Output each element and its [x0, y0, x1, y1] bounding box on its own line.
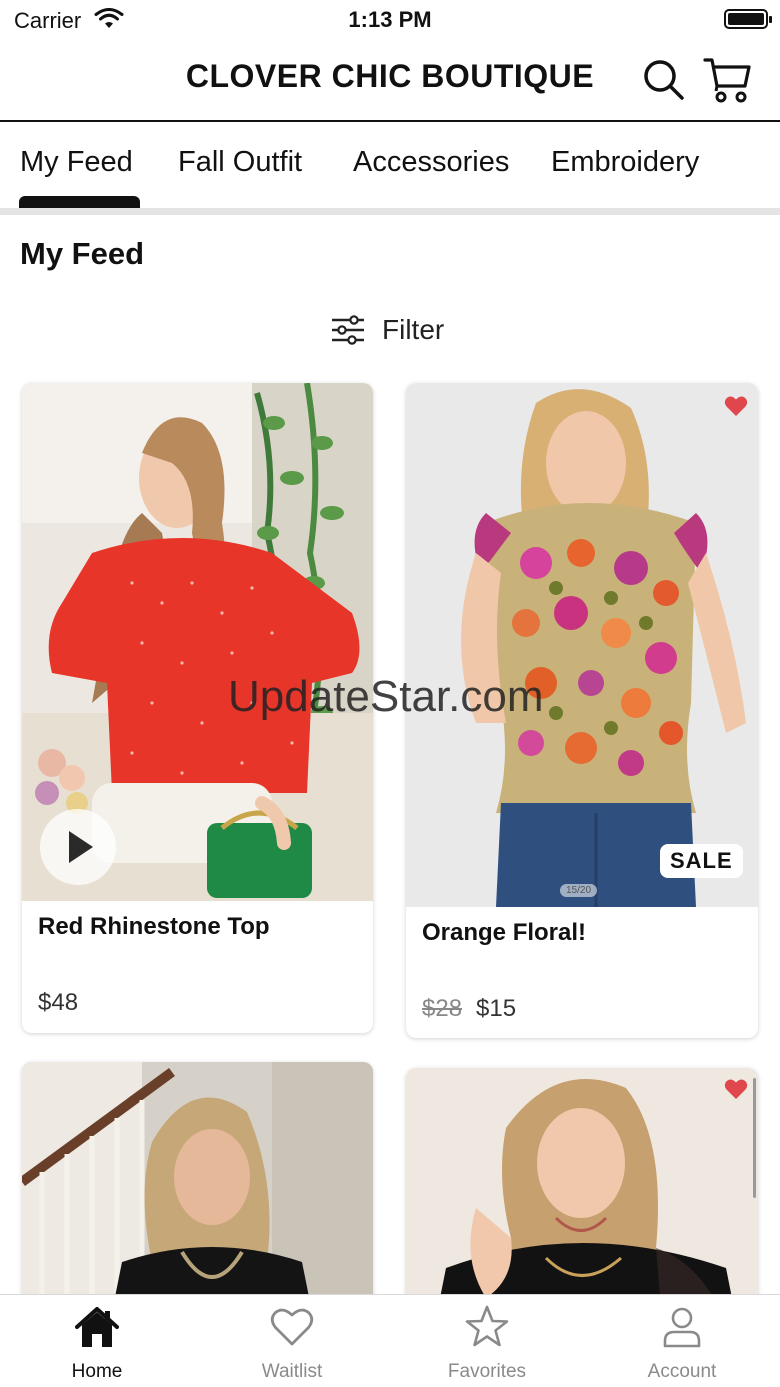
person-icon — [663, 1307, 701, 1348]
tabs-divider — [0, 208, 780, 215]
search-icon — [644, 60, 684, 100]
clock: 1:13 PM — [348, 7, 432, 32]
tab-accessories[interactable]: Accessories — [353, 146, 509, 179]
battery-icon — [724, 9, 772, 29]
play-icon — [69, 831, 93, 863]
nav-favorites[interactable]: Favorites — [422, 1295, 552, 1387]
nav-waitlist-label: Waitlist — [261, 1361, 323, 1382]
sliders-icon — [332, 315, 364, 345]
brand-title: CLOVER CHIC BOUTIQUE — [185, 58, 595, 94]
nav-account[interactable]: Account — [617, 1295, 747, 1387]
nav-waitlist[interactable]: Waitlist — [227, 1295, 357, 1387]
scroll-indicator — [753, 1078, 756, 1198]
heart-icon — [270, 1308, 314, 1346]
product-title: Orange Floral! — [422, 919, 587, 946]
filter-label: Filter — [382, 314, 445, 345]
nav-favorites-label: Favorites — [447, 1361, 527, 1382]
tab-my-feed[interactable]: My Feed — [20, 146, 133, 179]
nav-home[interactable]: Home — [32, 1295, 162, 1387]
product-price: $15 — [476, 995, 517, 1022]
nav-home-label: Home — [71, 1361, 123, 1382]
product-card[interactable]: Red Rhinestone Top $48 — [22, 383, 373, 1033]
product-image[interactable] — [406, 383, 758, 907]
status-bar: Carrier 1:13 PM — [0, 0, 780, 40]
app-header: CLOVER CHIC BOUTIQUE — [0, 40, 780, 122]
star-icon — [465, 1305, 509, 1347]
product-price: $48 — [38, 989, 79, 1016]
cart-icon — [703, 58, 751, 103]
category-tabs: My Feed Fall Outfit Accessories Embroide… — [0, 124, 780, 208]
play-video-button[interactable] — [40, 809, 116, 885]
favorite-heart-icon[interactable] — [724, 395, 748, 417]
tabs-overflow-fade — [700, 124, 780, 208]
home-icon — [75, 1307, 119, 1347]
price-row: $48 — [38, 989, 78, 1017]
filter-button[interactable]: Filter — [330, 310, 444, 350]
nav-account-label: Account — [647, 1361, 717, 1382]
sale-badge: SALE — [660, 844, 743, 878]
original-price: $28 — [422, 995, 463, 1022]
search-button[interactable] — [640, 56, 688, 104]
image-counter: 15/20 — [560, 884, 598, 897]
tab-fall-outfit[interactable]: Fall Outfit — [178, 146, 302, 179]
favorite-heart-icon[interactable] — [724, 1078, 748, 1100]
bottom-tab-bar: Home Waitlist Favorites Account — [0, 1294, 780, 1387]
tab-embroidery[interactable]: Embroidery — [551, 146, 699, 179]
active-tab-indicator — [19, 196, 140, 208]
product-card[interactable]: SALE 15/20 Orange Floral! $28 $15 — [406, 383, 758, 1038]
cart-button[interactable] — [702, 54, 754, 106]
section-title: My Feed — [20, 236, 145, 271]
product-title: Red Rhinestone Top — [38, 913, 270, 940]
price-row: $28 $15 — [422, 995, 516, 1023]
